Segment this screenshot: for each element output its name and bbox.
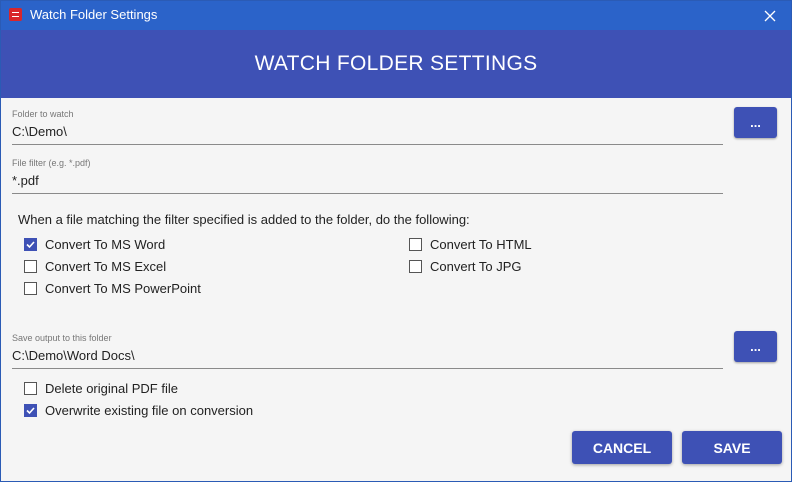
settings-window: Watch Folder Settings WATCH FOLDER SETTI… bbox=[0, 0, 792, 482]
delete-original-label: Delete original PDF file bbox=[45, 381, 178, 396]
convert-excel-checkbox[interactable]: Convert To MS Excel bbox=[24, 259, 166, 274]
header-banner: WATCH FOLDER SETTINGS bbox=[1, 30, 791, 98]
delete-original-checkbox[interactable]: Delete original PDF file bbox=[24, 381, 178, 396]
convert-word-checkbox[interactable]: Convert To MS Word bbox=[24, 237, 165, 252]
close-icon bbox=[764, 10, 776, 21]
save-button[interactable]: SAVE bbox=[682, 431, 782, 464]
convert-excel-label: Convert To MS Excel bbox=[45, 259, 167, 274]
convert-powerpoint-label: Convert To MS PowerPoint bbox=[45, 281, 201, 296]
folder-input[interactable]: C:\Demo\ bbox=[12, 124, 723, 145]
filter-field-label: File filter (e.g. *.pdf) bbox=[12, 158, 91, 168]
page-title: WATCH FOLDER SETTINGS bbox=[254, 52, 538, 75]
checkbox-checked-icon bbox=[24, 404, 37, 417]
output-input[interactable]: C:\Demo\Word Docs\ bbox=[12, 348, 723, 369]
browse-folder-button[interactable]: ... bbox=[734, 107, 777, 138]
overwrite-label: Overwrite existing file on conversion bbox=[45, 403, 254, 418]
checkbox-unchecked-icon bbox=[409, 260, 422, 273]
output-field[interactable]: Save output to this folder C:\Demo\Word … bbox=[12, 333, 723, 369]
convert-word-label: Convert To MS Word bbox=[45, 237, 166, 252]
title-bar: Watch Folder Settings bbox=[1, 1, 791, 30]
checkbox-checked-icon bbox=[24, 238, 37, 251]
checkbox-unchecked-icon bbox=[24, 282, 37, 295]
convert-html-checkbox[interactable]: Convert To HTML bbox=[409, 237, 532, 252]
output-field-label: Save output to this folder bbox=[12, 333, 112, 343]
close-button[interactable] bbox=[749, 1, 791, 30]
folder-field-label: Folder to watch bbox=[12, 109, 74, 119]
checkbox-unchecked-icon bbox=[24, 260, 37, 273]
window-title: Watch Folder Settings bbox=[30, 7, 158, 22]
instruction-text: When a file matching the filter specifie… bbox=[18, 212, 470, 227]
checkbox-unchecked-icon bbox=[24, 382, 37, 395]
checkbox-unchecked-icon bbox=[409, 238, 422, 251]
convert-jpg-label: Convert To JPG bbox=[430, 259, 522, 274]
filter-input[interactable]: *.pdf bbox=[12, 173, 723, 194]
app-icon bbox=[9, 8, 22, 21]
browse-output-button[interactable]: ... bbox=[734, 331, 777, 362]
filter-field[interactable]: File filter (e.g. *.pdf) *.pdf bbox=[12, 158, 723, 194]
folder-field[interactable]: Folder to watch C:\Demo\ bbox=[12, 109, 723, 145]
overwrite-checkbox[interactable]: Overwrite existing file on conversion bbox=[24, 403, 253, 418]
cancel-button[interactable]: CANCEL bbox=[572, 431, 672, 464]
convert-html-label: Convert To HTML bbox=[430, 237, 532, 252]
convert-jpg-checkbox[interactable]: Convert To JPG bbox=[409, 259, 522, 274]
convert-powerpoint-checkbox[interactable]: Convert To MS PowerPoint bbox=[24, 281, 201, 296]
